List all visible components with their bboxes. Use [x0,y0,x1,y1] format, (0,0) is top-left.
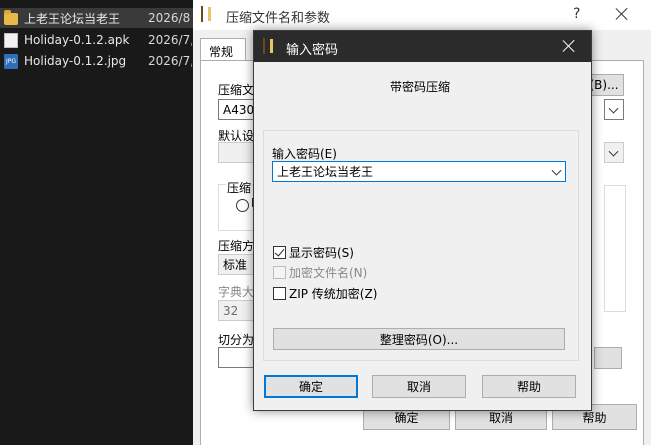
set-password-button[interactable] [594,347,622,369]
document-icon [4,32,18,48]
file-name: 上老王论坛当老王 [24,11,121,26]
dict-label: 字典大 [218,285,255,299]
password-input[interactable]: 上老王论坛当老王 [272,161,566,182]
ok-button[interactable]: 确定 [264,375,358,398]
archive-name-label: 压缩文 [218,83,255,97]
encrypt-names-checkbox[interactable] [273,266,286,279]
tab-general[interactable]: 常规 [200,38,246,61]
profile-combo[interactable] [218,142,258,163]
close-icon[interactable] [616,8,628,20]
check-mark-icon [274,246,285,257]
split-label: 切分为 [218,333,255,347]
zip-legacy-checkbox[interactable] [273,287,286,300]
method-combo[interactable]: 标准 [218,254,258,275]
file-date: 2026/7, [148,54,192,68]
help-glyph[interactable]: ? [573,6,580,22]
winrar-icon [201,6,203,22]
winrar-icon [263,38,265,54]
password-history-dropdown[interactable] [546,161,566,182]
file-row-apk[interactable]: Holiday-0.1.2.apk 2026/7, [0,30,193,50]
jpg-file-icon: JPG [4,53,18,69]
cancel-button[interactable]: 取消 [372,375,466,398]
method-label: 压缩方 [218,239,255,253]
dialog-title: 压缩文件名和参数 [226,11,331,26]
password-heading: 带密码压缩 [390,80,451,94]
password-dialog-title: 输入密码 [286,43,339,58]
dialog-title-bar: 压缩文件名和参数 ? [193,0,651,30]
password-dialog-title-bar: 输入密码 [254,31,591,62]
chevron-down-icon [608,146,619,157]
organize-passwords-button[interactable]: 整理密码(O)... [273,328,565,350]
chevron-down-icon [608,103,619,114]
file-row-folder[interactable]: 上老王论坛当老王 2026/8 [0,8,193,28]
password-label: 输入密码(E) [272,147,337,161]
format-radio[interactable] [236,199,249,212]
options-group [604,185,626,312]
format-group-label: 压缩 [226,179,253,196]
help-button[interactable]: 帮助 [482,375,576,398]
profile-dropdown[interactable] [604,142,624,163]
file-name: Holiday-0.1.2.jpg [24,54,127,68]
zip-legacy-label: ZIP 传统加密(Z) [289,287,378,301]
archive-name-dropdown[interactable] [604,99,624,120]
split-combo[interactable] [218,347,258,368]
show-password-label: 显示密码(S) [289,246,354,260]
chevron-down-icon [551,165,562,176]
file-row-jpg[interactable]: JPG Holiday-0.1.2.jpg 2026/7, [0,51,193,71]
folder-icon [4,10,18,25]
dict-combo[interactable]: 32 [218,300,258,321]
password-dialog: 输入密码 带密码压缩 输入密码(E) 上老王论坛当老王 显示密码(S) 加密文件… [253,30,592,411]
close-icon[interactable] [563,40,575,52]
encrypt-names-label: 加密文件名(N) [289,266,368,280]
file-name: Holiday-0.1.2.apk [24,33,130,47]
show-password-checkbox[interactable] [273,246,286,259]
archive-name-input[interactable]: A4309 [218,99,262,120]
file-date: 2026/7, [148,33,192,47]
file-date: 2026/8 [148,11,191,25]
